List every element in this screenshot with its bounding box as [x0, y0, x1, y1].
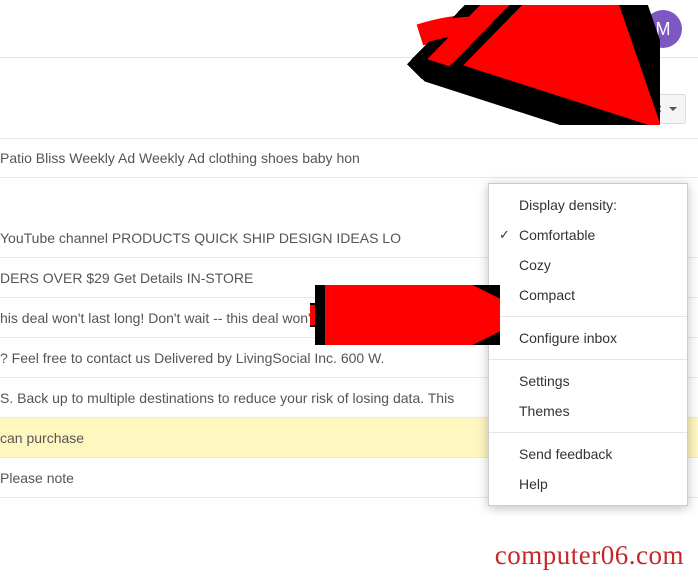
- menu-item-help[interactable]: Help: [489, 469, 687, 499]
- menu-item-settings[interactable]: Settings: [489, 366, 687, 396]
- mail-row[interactable]: Patio Bliss Weekly Ad Weekly Ad clothing…: [0, 138, 698, 178]
- menu-item-send-feedback[interactable]: Send feedback: [489, 439, 687, 469]
- content-area: Patio Bliss Weekly Ad Weekly Ad clothing…: [0, 58, 698, 581]
- menu-item-comfortable[interactable]: Comfortable: [489, 220, 687, 250]
- gear-icon: [645, 100, 663, 118]
- menu-separator: [489, 432, 687, 433]
- top-bar-right: M: [552, 10, 682, 48]
- menu-title: Display density:: [489, 190, 687, 220]
- menu-separator: [489, 316, 687, 317]
- menu-item-configure-inbox[interactable]: Configure inbox: [489, 323, 687, 353]
- settings-gear-button[interactable]: [634, 94, 686, 124]
- menu-item-themes[interactable]: Themes: [489, 396, 687, 426]
- avatar[interactable]: M: [644, 10, 682, 48]
- menu-item-cozy[interactable]: Cozy: [489, 250, 687, 280]
- avatar-letter: M: [656, 19, 671, 40]
- menu-separator: [489, 359, 687, 360]
- notifications-icon[interactable]: [590, 11, 626, 47]
- top-bar: M: [0, 0, 698, 58]
- watermark: computer06.com: [495, 540, 684, 571]
- caret-down-icon: [669, 107, 677, 111]
- settings-menu: Display density: Comfortable Cozy Compac…: [488, 183, 688, 506]
- apps-icon[interactable]: [552, 19, 572, 39]
- mail-snippet: Patio Bliss Weekly Ad Weekly Ad clothing…: [0, 150, 686, 166]
- menu-item-compact[interactable]: Compact: [489, 280, 687, 310]
